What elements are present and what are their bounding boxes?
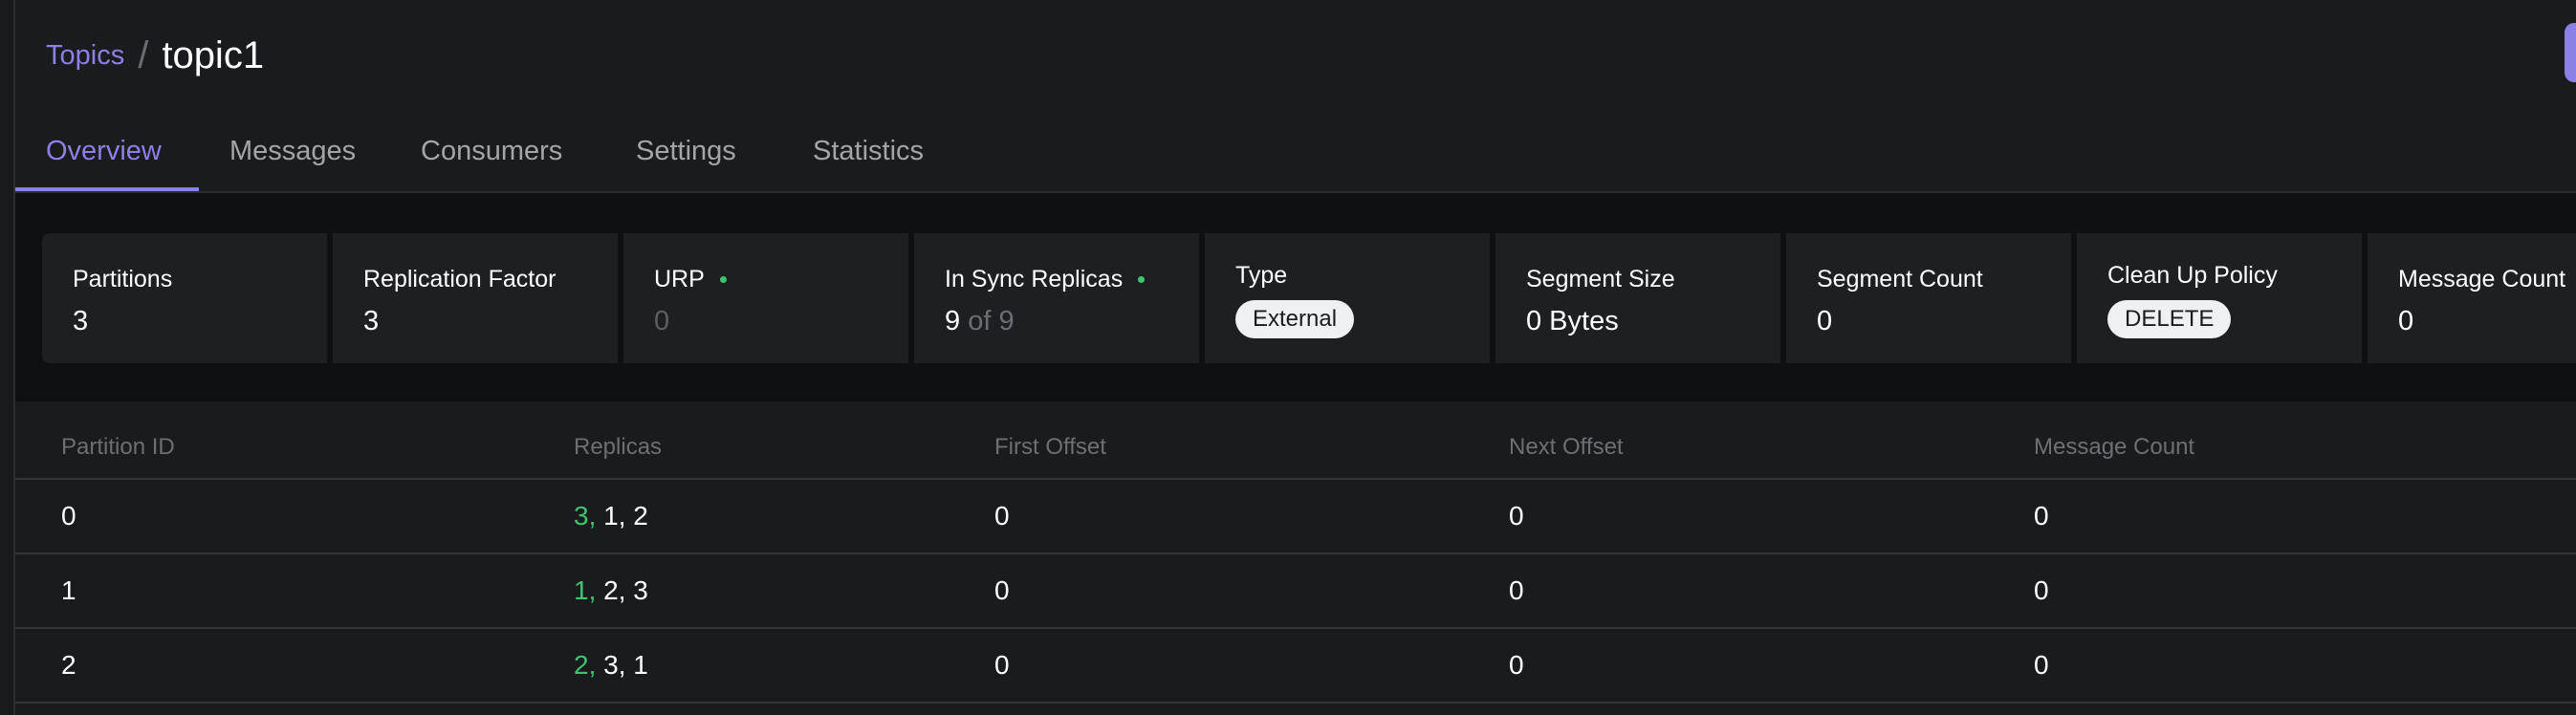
metric-label-wrap: URP	[654, 266, 727, 293]
first-offset-cell: 0	[994, 650, 1010, 680]
page-header: Topics / topic1	[46, 29, 264, 82]
metric-value: 0	[1817, 306, 1833, 336]
metric-replication-factor: Replication Factor 3	[333, 233, 618, 363]
metric-partitions: Partitions 3	[42, 233, 327, 363]
breadcrumb-separator: /	[138, 33, 149, 76]
topic-tabs: Overview Messages Consumers Settings Sta…	[15, 124, 2576, 193]
partitions-table: Partition ID Replicas First Offset Next …	[15, 401, 2576, 704]
next-offset-cell: 0	[1509, 501, 1524, 531]
metric-label: In Sync Replicas	[945, 266, 1124, 292]
metric-label: Type	[1235, 262, 1288, 289]
table-header: Partition ID Replicas First Offset Next …	[15, 401, 2576, 480]
column-header-replicas[interactable]: Replicas	[574, 434, 662, 461]
metric-segment-size: Segment Size 0 Bytes	[1495, 233, 1780, 363]
metric-value-wrap: 9 of 9	[945, 306, 1015, 337]
tab-consumers[interactable]: Consumers	[421, 124, 562, 191]
partition-id-cell: 1	[61, 575, 76, 605]
metric-value: 3	[73, 306, 89, 336]
metric-in-sync-replicas: In Sync Replicas 9 of 9	[914, 233, 1199, 363]
first-offset-cell: 0	[994, 501, 1010, 531]
table-row[interactable]: 1 1, 2, 3 0 0 0	[15, 554, 2576, 629]
follower-replicas: 2, 3	[603, 575, 648, 605]
partition-id-cell: 2	[61, 650, 76, 680]
metric-value: 0	[654, 306, 670, 336]
metric-value-total: of 9	[968, 306, 1015, 336]
tab-statistics[interactable]: Statistics	[813, 124, 924, 191]
metric-label: Partitions	[73, 266, 173, 292]
next-offset-cell: 0	[1509, 650, 1524, 680]
next-offset-cell: 0	[1509, 575, 1524, 605]
metric-label: Message Count	[2398, 266, 2566, 292]
topic-overview-page: Topics / topic1 Overview Messages Consum…	[0, 0, 2576, 715]
metric-label: Segment Size	[1526, 266, 1675, 292]
type-badge: External	[1235, 300, 1355, 338]
message-count-cell: 0	[2034, 575, 2049, 605]
column-header-first-offset[interactable]: First Offset	[994, 434, 1106, 461]
metric-value: 9	[945, 306, 961, 336]
tab-messages[interactable]: Messages	[229, 124, 356, 191]
metrics-band: Partitions 3 Replication Factor 3 URP 0 …	[15, 193, 2576, 401]
metric-urp: URP 0	[623, 233, 908, 363]
page-title: topic1	[162, 33, 265, 76]
status-dot-icon	[719, 276, 727, 283]
leader-replica: 2,	[574, 650, 597, 680]
message-count-cell: 0	[2034, 501, 2049, 531]
partition-id-cell: 0	[61, 501, 76, 531]
tab-overview[interactable]: Overview	[46, 124, 162, 191]
column-header-next-offset[interactable]: Next Offset	[1509, 434, 1624, 461]
table-row[interactable]: 2 2, 3, 1 0 0 0	[15, 629, 2576, 704]
replicas-cell: 3, 1, 2	[574, 501, 648, 531]
metrics-row: Partitions 3 Replication Factor 3 URP 0 …	[42, 233, 2576, 363]
header-action-button[interactable]	[2565, 23, 2576, 82]
follower-replicas: 3, 1	[603, 650, 648, 680]
leader-replica: 1,	[574, 575, 597, 605]
metric-segment-count: Segment Count 0	[1786, 233, 2071, 363]
cleanup-policy-badge: DELETE	[2107, 300, 2232, 338]
metric-type: Type External	[1205, 233, 1490, 363]
metric-label: URP	[654, 266, 705, 292]
replicas-cell: 1, 2, 3	[574, 575, 648, 606]
metric-label-wrap: In Sync Replicas	[945, 266, 1146, 293]
tab-settings[interactable]: Settings	[636, 124, 736, 191]
metric-value: 0 Bytes	[1526, 306, 1619, 336]
metric-value: 3	[363, 306, 380, 336]
metric-label: Segment Count	[1817, 266, 1983, 292]
metric-message-count: Message Count 0	[2368, 233, 2576, 363]
metric-label: Replication Factor	[363, 266, 557, 292]
replicas-cell: 2, 3, 1	[574, 650, 648, 681]
metric-clean-up-policy: Clean Up Policy DELETE	[2077, 233, 2362, 363]
metric-label: Clean Up Policy	[2107, 262, 2278, 289]
first-offset-cell: 0	[994, 575, 1010, 605]
table-row[interactable]: 0 3, 1, 2 0 0 0	[15, 480, 2576, 554]
column-header-partition-id[interactable]: Partition ID	[61, 434, 175, 461]
metric-value: 0	[2398, 306, 2414, 336]
active-tab-indicator	[15, 187, 199, 191]
message-count-cell: 0	[2034, 650, 2049, 680]
follower-replicas: 1, 2	[603, 501, 648, 531]
column-header-message-count[interactable]: Message Count	[2034, 434, 2194, 461]
leader-replica: 3,	[574, 501, 597, 531]
status-dot-icon	[1138, 276, 1146, 283]
breadcrumb-topics-link[interactable]: Topics	[46, 40, 124, 72]
